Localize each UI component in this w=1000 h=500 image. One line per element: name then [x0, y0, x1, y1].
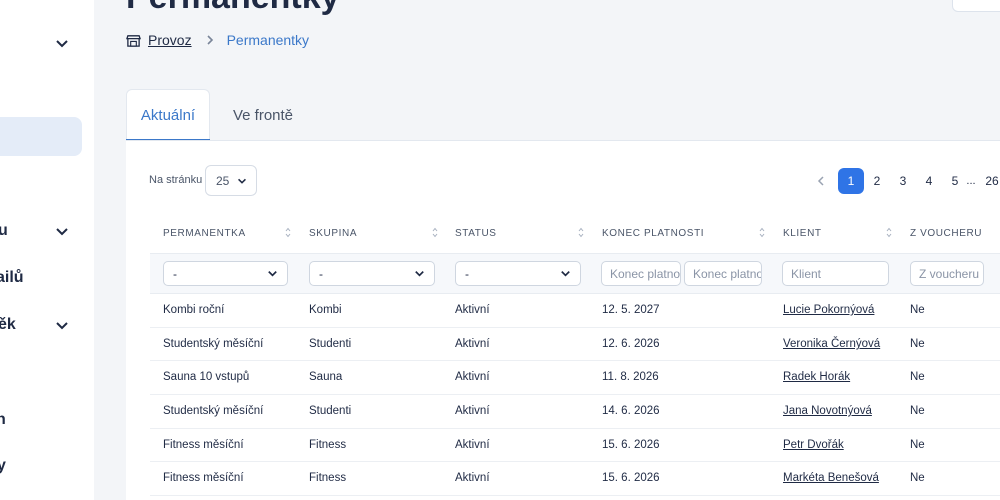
cell-permanentka: Studentský měsíční: [163, 405, 264, 417]
breadcrumb-home-link[interactable]: Provoz: [148, 32, 192, 48]
cell-klient-link[interactable]: Lucie Pokornýová: [783, 304, 874, 316]
chevron-down-icon: [268, 271, 277, 277]
cell-status: Aktivní: [455, 338, 490, 350]
tab-aktualni[interactable]: Aktuální: [126, 89, 210, 141]
cell-permanentka: Kombi roční: [163, 304, 225, 316]
cell-skupina: Kombi: [309, 304, 342, 316]
content-card: [126, 140, 1000, 500]
sidebar-item-1[interactable]: u: [0, 222, 8, 240]
page-button-last[interactable]: 26: [984, 168, 1000, 194]
sort-icon[interactable]: [578, 227, 584, 238]
cell-klient-link[interactable]: Radek Horák: [783, 371, 850, 383]
sidebar-item-active[interactable]: [0, 117, 82, 156]
sidebar: u ailů ěk n y: [0, 0, 94, 500]
filter-skupina-value: -: [319, 266, 323, 281]
row-divider: [150, 327, 1000, 328]
cell-klient-link[interactable]: Jana Novotnýová: [783, 405, 872, 417]
chevron-down-icon[interactable]: [55, 36, 69, 50]
page-button[interactable]: 4: [916, 168, 942, 194]
cell-status: Aktivní: [455, 371, 490, 383]
page-title: Permanentky: [126, 0, 340, 17]
header-action-button[interactable]: [952, 0, 1000, 12]
sidebar-item-4[interactable]: n: [0, 411, 6, 429]
row-divider: [150, 428, 1000, 429]
cell-status: Aktivní: [455, 405, 490, 417]
filter-status-select[interactable]: -: [455, 261, 581, 286]
page-button[interactable]: 1: [838, 168, 864, 194]
per-page-value: 25: [216, 173, 230, 188]
cell-konec-platnosti: 12. 6. 2026: [602, 338, 660, 350]
filter-voucher-input[interactable]: Z voucheru: [910, 261, 984, 286]
filter-skupina-select[interactable]: -: [309, 261, 435, 286]
filter-permanentka-select[interactable]: -: [163, 261, 288, 286]
sidebar-item-3[interactable]: ěk: [0, 316, 16, 334]
filter-konec-do-input[interactable]: Konec platnosti do: [684, 261, 762, 286]
cell-voucher: Ne: [910, 371, 925, 383]
cell-voucher: Ne: [910, 338, 925, 350]
filter-status-value: -: [465, 266, 469, 281]
cell-skupina: Fitness: [309, 472, 347, 484]
sidebar-item-2[interactable]: ailů: [0, 269, 24, 287]
per-page-label: Na stránku: [149, 174, 203, 186]
chevron-down-icon: [415, 271, 424, 277]
row-divider: [150, 394, 1000, 395]
cell-skupina: Fitness: [309, 439, 347, 451]
sort-icon[interactable]: [432, 227, 438, 238]
row-divider: [150, 495, 1000, 496]
column-header-z-voucheru[interactable]: Z VOUCHERU: [910, 228, 982, 239]
cell-skupina: Studenti: [309, 338, 352, 350]
row-divider: [150, 461, 1000, 462]
filter-permanentka-value: -: [173, 266, 177, 281]
cell-konec-platnosti: 15. 6. 2026: [602, 472, 660, 484]
cell-status: Aktivní: [455, 439, 490, 451]
filter-klient-input[interactable]: Klient: [782, 261, 889, 286]
column-header-klient[interactable]: KLIENT: [783, 228, 822, 239]
cell-klient-link[interactable]: Petr Dvořák: [783, 439, 844, 451]
column-header-status[interactable]: STATUS: [455, 228, 497, 239]
cell-permanentka: Fitness měsíční: [163, 439, 244, 451]
cell-permanentka: Fitness měsíční: [163, 472, 244, 484]
sort-icon[interactable]: [285, 227, 291, 238]
sidebar-item-5[interactable]: y: [0, 457, 6, 475]
column-header-permanentka[interactable]: PERMANENTKA: [163, 228, 246, 239]
filter-konec-od-input[interactable]: Konec platnosti od: [601, 261, 681, 286]
cell-skupina: Studenti: [309, 405, 352, 417]
cell-konec-platnosti: 14. 6. 2026: [602, 405, 660, 417]
column-header-skupina[interactable]: SKUPINA: [309, 228, 357, 239]
cell-voucher: Ne: [910, 405, 925, 417]
page-button[interactable]: 2: [864, 168, 890, 194]
chevron-left-icon[interactable]: [816, 175, 826, 187]
breadcrumb: Provoz Permanentky: [126, 31, 309, 49]
chevron-down-icon[interactable]: [55, 318, 69, 332]
cell-status: Aktivní: [455, 472, 490, 484]
cell-voucher: Ne: [910, 472, 925, 484]
cell-konec-platnosti: 11. 8. 2026: [602, 371, 659, 383]
store-icon: [126, 34, 141, 47]
pagination-ellipsis: ...: [966, 175, 976, 187]
cell-skupina: Sauna: [309, 371, 343, 383]
sort-icon[interactable]: [886, 227, 892, 238]
cell-klient-link[interactable]: Markéta Benešová: [783, 472, 879, 484]
chevron-right-icon: [205, 34, 215, 46]
chevron-down-icon: [561, 271, 570, 277]
row-divider: [150, 360, 1000, 361]
per-page-select[interactable]: 25: [205, 165, 257, 196]
cell-status: Aktivní: [455, 304, 490, 316]
chevron-down-icon[interactable]: [55, 224, 69, 238]
cell-konec-platnosti: 12. 5. 2027: [602, 304, 660, 316]
tab-ve-fronte[interactable]: Ve frontě: [221, 89, 305, 141]
cell-klient-link[interactable]: Veronika Černýová: [783, 338, 880, 350]
cell-konec-platnosti: 15. 6. 2026: [602, 439, 660, 451]
cell-voucher: Ne: [910, 304, 925, 316]
column-header-konec-platnosti[interactable]: KONEC PLATNOSTI: [602, 228, 704, 239]
page-button[interactable]: 3: [890, 168, 916, 194]
cell-permanentka: Studentský měsíční: [163, 338, 264, 350]
cell-permanentka: Sauna 10 vstupů: [163, 371, 250, 383]
breadcrumb-current: Permanentky: [226, 32, 310, 48]
sort-icon[interactable]: [759, 227, 765, 238]
chevron-down-icon: [238, 178, 246, 184]
cell-voucher: Ne: [910, 439, 925, 451]
